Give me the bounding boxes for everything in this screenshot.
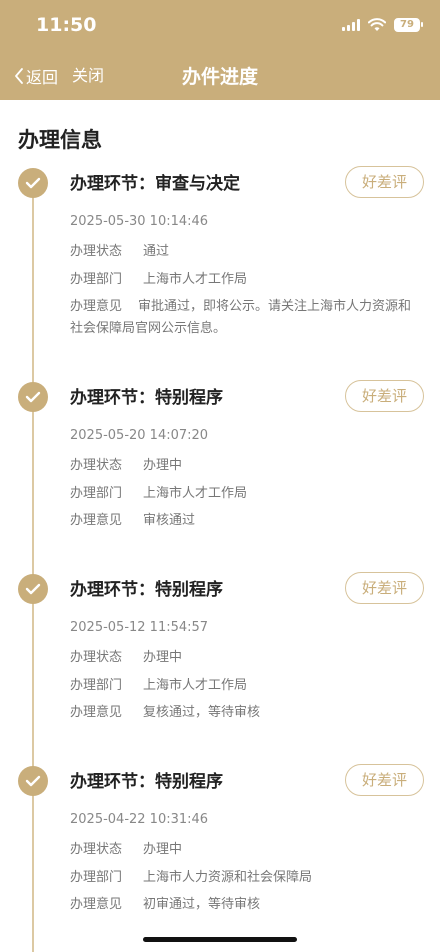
department-value: 上海市人才工作局: [143, 678, 248, 693]
status-label: 办理状态: [70, 244, 123, 259]
step-time: 2025-04-22 10:31:46: [70, 812, 209, 827]
department-label: 办理部门: [70, 870, 123, 885]
status-bar: 11:50 79: [0, 0, 440, 50]
step-title: 办理环节：特别程序: [70, 388, 223, 408]
cellular-signal-icon: [342, 19, 360, 31]
step-time: 2025-05-30 10:14:46: [70, 214, 209, 229]
opinion-label: 办理意见: [70, 897, 123, 912]
department-value: 上海市人才工作局: [143, 272, 248, 287]
rate-button[interactable]: 好差评: [345, 166, 424, 198]
section-title: 办理信息: [18, 128, 102, 152]
step-title: 办理环节：审查与决定: [70, 174, 240, 194]
battery-icon: 79: [394, 18, 423, 32]
header-bar: 11:50 79 返回 关闭 办件进度: [0, 0, 440, 100]
opinion-row: 办理意见 审批通过，即将公示。请关注上海市人力资源和社会保障局官网公示信息。: [70, 296, 420, 340]
status-label: 办理状态: [70, 458, 123, 473]
step-time: 2025-05-12 11:54:57: [70, 620, 209, 635]
step-time: 2025-05-20 14:07:20: [70, 428, 209, 443]
check-icon: [18, 574, 48, 604]
page-title: 办件进度: [181, 66, 258, 88]
status-label: 办理状态: [70, 842, 123, 857]
home-indicator: [143, 937, 297, 942]
check-icon: [18, 168, 48, 198]
status-label: 办理状态: [70, 650, 123, 665]
rate-button[interactable]: 好差评: [345, 764, 424, 796]
wifi-icon: [368, 18, 386, 32]
opinion-value: 复核通过，等待审核: [143, 705, 261, 720]
opinion-label: 办理意见: [70, 705, 123, 720]
rate-button[interactable]: 好差评: [345, 572, 424, 604]
rate-button[interactable]: 好差评: [345, 380, 424, 412]
department-label: 办理部门: [70, 486, 123, 501]
step-title: 办理环节：特别程序: [70, 580, 223, 600]
step-title: 办理环节：特别程序: [70, 772, 223, 792]
department-value: 上海市人才工作局: [143, 486, 248, 501]
opinion-label: 办理意见: [70, 513, 123, 528]
status-icons: 79: [342, 15, 423, 35]
department-label: 办理部门: [70, 678, 123, 693]
timeline-line: [32, 184, 34, 952]
status-value: 办理中: [143, 842, 183, 857]
status-value: 办理中: [143, 650, 183, 665]
check-icon: [18, 766, 48, 796]
opinion-value: 初审通过，等待审核: [143, 897, 261, 912]
opinion-value: 审核通过: [143, 513, 196, 528]
check-icon: [18, 382, 48, 412]
status-value: 通过: [143, 244, 170, 259]
status-time: 11:50: [36, 14, 97, 36]
status-value: 办理中: [143, 458, 183, 473]
department-label: 办理部门: [70, 272, 123, 287]
department-value: 上海市人力资源和社会保障局: [143, 870, 313, 885]
opinion-label: 办理意见: [70, 299, 123, 314]
navigation-bar: 返回 关闭 办件进度: [0, 50, 440, 100]
